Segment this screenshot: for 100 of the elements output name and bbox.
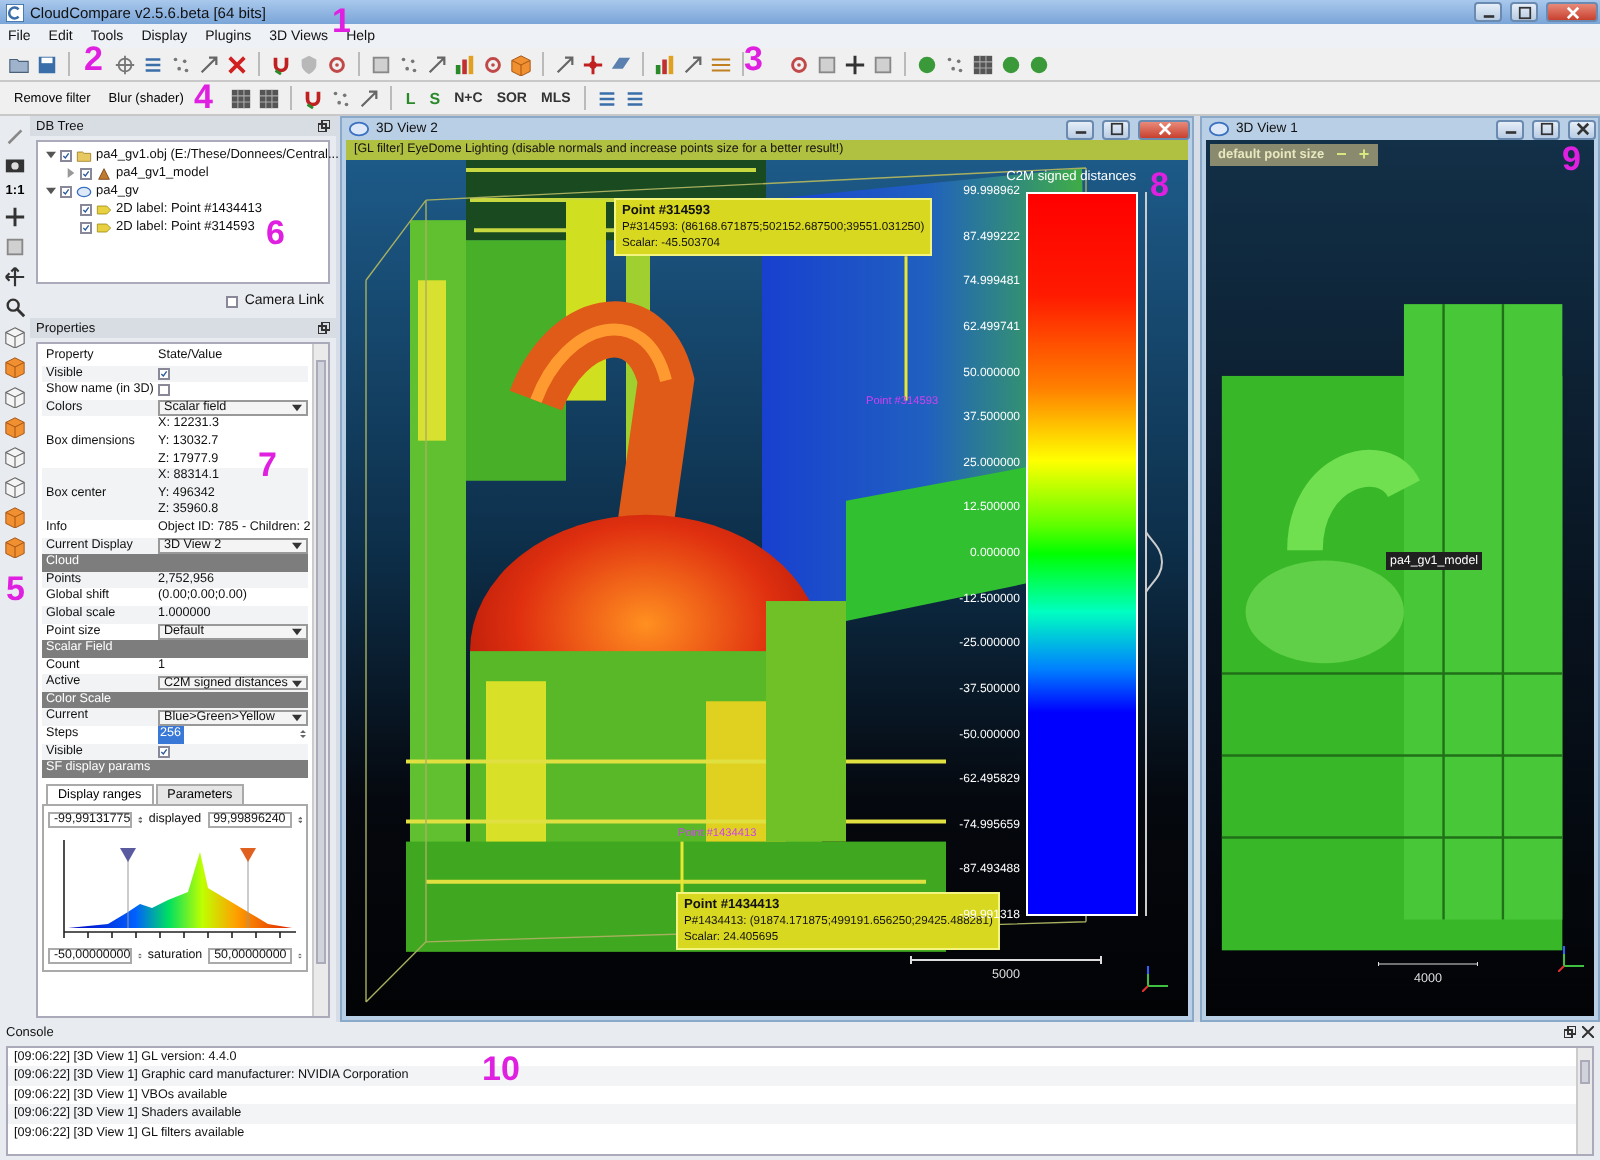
crosshair-icon[interactable] [114, 53, 136, 75]
dropdown-arrow-icon [292, 404, 302, 413]
square-icon[interactable] [4, 236, 26, 258]
app-icon [6, 3, 24, 21]
lines-icon[interactable] [710, 53, 732, 75]
point-cloud-icon[interactable] [944, 53, 966, 75]
point-cloud-icon[interactable] [329, 87, 352, 109]
axes-icon [1558, 944, 1586, 972]
close-icon[interactable] [1582, 1026, 1594, 1038]
grid-icon[interactable] [972, 53, 994, 75]
list-icon[interactable] [142, 53, 164, 75]
callout-number: 9 [1562, 142, 1581, 176]
settings-icon[interactable] [482, 53, 504, 75]
callout-number: 7 [258, 448, 277, 482]
spin-arrows-icon[interactable] [298, 730, 308, 739]
cloud-icon [1208, 118, 1230, 140]
cube-icon[interactable] [4, 536, 26, 558]
sphere-icon[interactable] [916, 53, 938, 75]
cube-icon[interactable] [4, 446, 26, 468]
folder-icon[interactable] [8, 53, 30, 75]
callout-number: 8 [1150, 168, 1169, 202]
callout-number: 5 [6, 572, 25, 606]
checkbox[interactable] [158, 367, 170, 380]
spin-arrows-icon[interactable] [297, 815, 302, 824]
minimize-button[interactable] [1496, 119, 1524, 139]
camera-icon[interactable] [4, 154, 26, 176]
square-icon[interactable] [370, 53, 392, 75]
cloud-icon [348, 118, 370, 140]
settings-icon[interactable] [326, 53, 348, 75]
callout-number: 2 [84, 42, 103, 76]
checkbox[interactable] [158, 384, 170, 397]
grid-icon[interactable] [257, 87, 280, 109]
checkbox[interactable] [226, 295, 239, 307]
checkbox[interactable] [80, 167, 92, 179]
axes-icon [1142, 964, 1170, 992]
checkbox[interactable] [60, 149, 72, 161]
maximize-button[interactable] [1510, 2, 1538, 22]
dropdown-arrow-icon [292, 679, 302, 688]
cube-icon[interactable] [4, 356, 26, 378]
close-button[interactable] [1546, 2, 1598, 22]
list-icon[interactable] [596, 87, 619, 109]
point-cloud-icon[interactable] [170, 53, 192, 75]
bar-chart-icon[interactable] [654, 53, 676, 75]
grid-icon[interactable] [229, 87, 252, 109]
settings-icon[interactable] [788, 53, 810, 75]
search-icon[interactable] [4, 296, 26, 318]
file-icon [76, 147, 92, 163]
callout-number: 4 [194, 80, 213, 114]
callout-number: 3 [744, 42, 763, 76]
spin-arrows-icon[interactable] [138, 815, 143, 824]
close-button[interactable] [1138, 119, 1190, 139]
close-icon [1575, 122, 1589, 136]
maximize-icon [1517, 5, 1531, 19]
scrollbar[interactable] [312, 344, 328, 1016]
maximize-icon [1539, 122, 1553, 136]
scrollbar[interactable] [1576, 1048, 1592, 1154]
point-cloud-icon[interactable] [398, 53, 420, 75]
expander-icon[interactable] [46, 150, 56, 160]
cube-icon[interactable] [4, 416, 26, 438]
sphere-icon[interactable] [1028, 53, 1050, 75]
dropdown-arrow-icon [292, 627, 302, 636]
float-icon[interactable] [318, 322, 330, 334]
bar-chart-icon[interactable] [454, 53, 476, 75]
delete-icon[interactable] [226, 53, 248, 75]
magnet-icon[interactable] [301, 87, 324, 109]
mesh-icon [96, 165, 112, 181]
float-icon[interactable] [318, 120, 330, 132]
leader-line [680, 841, 684, 898]
magnet-icon[interactable] [270, 53, 292, 75]
close-icon [1565, 5, 1579, 19]
move-icon[interactable] [4, 266, 26, 288]
maximize-button[interactable] [1102, 119, 1130, 139]
pencil-icon[interactable] [4, 124, 26, 146]
list-icon[interactable] [624, 87, 647, 109]
callout-number: 6 [266, 216, 285, 250]
tool-button[interactable]: L [401, 89, 420, 107]
maximize-icon [1109, 122, 1123, 136]
minimize-button[interactable] [1474, 2, 1502, 22]
checkbox[interactable] [158, 745, 170, 758]
scale-bar [1378, 960, 1478, 968]
float-icon[interactable] [1564, 1026, 1576, 1038]
minimize-button[interactable] [1066, 119, 1094, 139]
checkbox[interactable] [60, 185, 72, 197]
sphere-icon[interactable] [1000, 53, 1022, 75]
cube-icon[interactable] [4, 386, 26, 408]
cube-icon[interactable] [4, 506, 26, 528]
checkbox[interactable] [80, 221, 92, 233]
checkbox[interactable] [80, 203, 92, 215]
save-icon[interactable] [36, 53, 58, 75]
cube-icon[interactable] [510, 53, 532, 75]
maximize-button[interactable] [1532, 119, 1560, 139]
close-button[interactable] [1568, 119, 1596, 139]
plus-icon[interactable] [844, 53, 866, 75]
close-icon [1157, 122, 1171, 136]
expander-icon[interactable] [46, 186, 56, 196]
cube-icon[interactable] [4, 476, 26, 498]
cube-icon[interactable] [4, 326, 26, 348]
plane-icon[interactable] [610, 53, 632, 75]
plus-icon[interactable] [4, 206, 26, 228]
tool-button[interactable]: S [425, 89, 445, 107]
